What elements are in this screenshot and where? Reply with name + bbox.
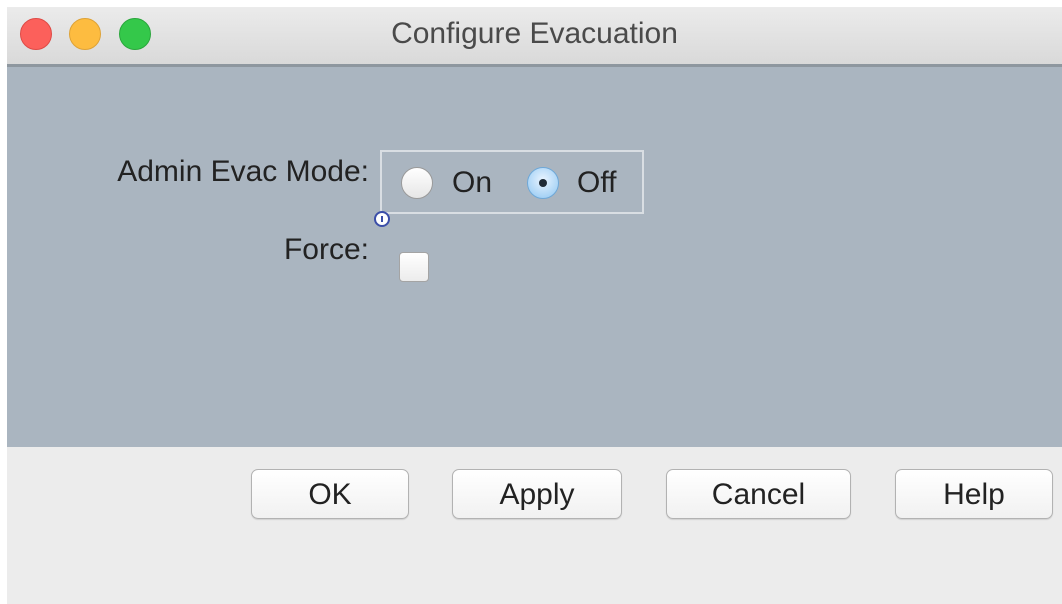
- admin-evac-mode-radio-group: On Off: [380, 150, 644, 214]
- button-bar: OK Apply Cancel Help: [7, 447, 1062, 604]
- force-label: Force:: [283, 233, 369, 266]
- radio-off[interactable]: [527, 167, 559, 199]
- form-panel: Admin Evac Mode: On Off Force:: [7, 67, 1062, 447]
- apply-button[interactable]: Apply: [452, 469, 622, 519]
- radio-on[interactable]: [401, 167, 433, 199]
- cancel-button[interactable]: Cancel: [666, 469, 851, 519]
- help-button[interactable]: Help: [895, 469, 1053, 519]
- window-title: Configure Evacuation: [391, 17, 678, 50]
- configure-evacuation-dialog: Configure Evacuation Admin Evac Mode: On…: [7, 7, 1062, 604]
- radio-on-label[interactable]: On: [452, 166, 492, 200]
- radio-off-label[interactable]: Off: [577, 166, 616, 200]
- title-bar[interactable]: Configure Evacuation: [7, 7, 1062, 65]
- info-indicator-icon: [374, 211, 390, 227]
- ok-button[interactable]: OK: [251, 469, 409, 519]
- admin-evac-mode-label: Admin Evac Mode:: [117, 155, 369, 188]
- force-checkbox[interactable]: [399, 252, 429, 282]
